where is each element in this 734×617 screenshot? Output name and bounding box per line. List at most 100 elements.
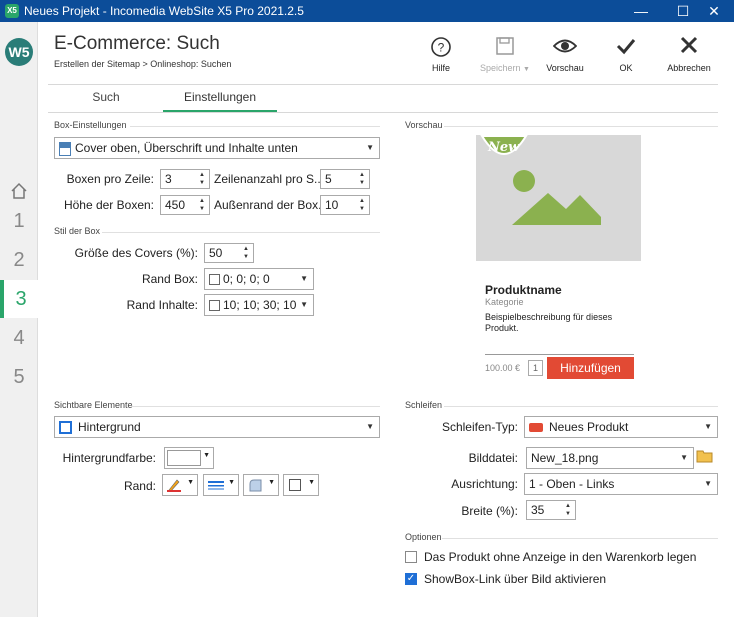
stepper-arrows-icon[interactable]: ▲ ▼ xyxy=(241,245,251,261)
cancel-button[interactable]: Abbrechen xyxy=(661,36,717,78)
visible-element-select[interactable]: Hintergrund ▼ xyxy=(54,416,380,438)
boxes-per-row-label: Boxen pro Zeile: xyxy=(66,172,154,186)
bg-color-picker[interactable]: ▼ xyxy=(164,447,214,469)
chevron-down-icon: ▼ xyxy=(228,479,235,486)
x-icon xyxy=(661,36,717,60)
box-height-stepper[interactable]: 450 ▲ ▼ xyxy=(160,195,210,215)
box-margin-label: Außenrand der Box... xyxy=(214,198,329,212)
save-button[interactable]: Speichern ▼ xyxy=(475,36,535,78)
section-line xyxy=(442,538,718,539)
content-border-select[interactable]: 10; 10; 30; 10 ▼ xyxy=(204,294,314,316)
product-price: 100.00 € xyxy=(485,363,521,373)
stepper-arrows-icon[interactable]: ▲ ▼ xyxy=(197,197,207,213)
ok-button[interactable]: OK xyxy=(598,36,654,78)
section-preview: Vorschau xyxy=(405,120,443,130)
save-dropdown-chevron-icon: ▼ xyxy=(523,66,530,73)
ribbon-type-label: Schleifen-Typ: xyxy=(441,420,518,434)
image-file-select[interactable]: New_18.png ▼ xyxy=(526,447,694,469)
color-swatch xyxy=(167,450,201,466)
cover-size-stepper[interactable]: 50 ▲ ▼ xyxy=(204,243,254,263)
checkmark-icon xyxy=(598,36,654,60)
step-2[interactable]: 2 xyxy=(0,241,38,279)
add-to-cart-preview-button: Hinzufügen xyxy=(547,357,634,379)
rows-per-page-stepper[interactable]: 5 ▲ ▼ xyxy=(320,169,370,189)
stepper-arrows-icon[interactable]: ▲ ▼ xyxy=(563,502,573,518)
alignment-select[interactable]: 1 - Oben - Links ▼ xyxy=(524,473,718,495)
border-color-button[interactable]: ▼ xyxy=(162,474,198,496)
width-stepper[interactable]: 35 ▲ ▼ xyxy=(526,500,576,520)
step-5[interactable]: 5 xyxy=(0,358,38,396)
add-to-cart-checkbox[interactable] xyxy=(405,551,417,563)
eye-icon xyxy=(537,36,593,60)
border-style-button[interactable]: ▼ xyxy=(203,474,239,496)
corner-radius-button[interactable]: ▼ xyxy=(243,474,279,496)
tabs-divider xyxy=(48,112,718,113)
tab-such[interactable]: Such xyxy=(60,88,152,112)
grid-icon xyxy=(209,274,220,286)
close-window-button[interactable]: ✕ xyxy=(694,0,734,22)
box-margin-stepper[interactable]: 10 ▲ ▼ xyxy=(320,195,370,215)
help-button[interactable]: ? Hilfe xyxy=(413,36,469,78)
window-title: Neues Projekt - Incomedia WebSite X5 Pro… xyxy=(24,4,304,18)
chevron-down-icon: ▼ xyxy=(680,453,688,462)
chevron-down-icon: ▼ xyxy=(366,143,374,152)
add-to-cart-option-label: Das Produkt ohne Anzeige in den Warenkor… xyxy=(424,550,697,564)
section-line xyxy=(132,406,380,407)
stepper-arrows-icon[interactable]: ▲ ▼ xyxy=(357,171,367,187)
chevron-down-icon: ▼ xyxy=(704,479,712,488)
section-box-style: Stil der Box xyxy=(54,226,101,236)
chevron-down-icon: ▼ xyxy=(308,479,315,486)
box-height-label: Höhe der Boxen: xyxy=(63,198,154,212)
step-1[interactable]: 1 xyxy=(0,202,38,240)
rows-per-page-label: Zeilenanzahl pro S... xyxy=(214,172,325,186)
image-file-label: Bilddatei: xyxy=(468,451,518,465)
product-name: Produktname xyxy=(485,283,562,297)
showbox-option-label: ShowBox-Link über Bild aktivieren xyxy=(424,572,607,586)
cover-size-label: Größe des Covers (%): xyxy=(74,246,198,260)
box-border-select[interactable]: 0; 0; 0; 0 ▼ xyxy=(204,268,314,290)
tab-einstellungen[interactable]: Einstellungen xyxy=(163,88,277,112)
title-bar: X5 Neues Projekt - Incomedia WebSite X5 … xyxy=(0,0,734,22)
stepper-arrows-icon[interactable]: ▲ ▼ xyxy=(197,171,207,187)
step-4[interactable]: 4 xyxy=(0,319,38,357)
folder-icon[interactable] xyxy=(696,448,716,468)
chevron-down-icon: ▼ xyxy=(268,479,275,486)
step-3[interactable]: 3 xyxy=(0,280,38,318)
minimize-button[interactable]: — xyxy=(618,0,664,22)
line-style-icon xyxy=(208,481,224,490)
svg-text:?: ? xyxy=(438,41,445,55)
chevron-down-icon: ▼ xyxy=(704,422,712,431)
new-tag-icon xyxy=(529,423,543,433)
boxes-per-row-stepper[interactable]: 3 ▲ ▼ xyxy=(160,169,210,189)
breadcrumb: Erstellen der Sitemap > Onlineshop: Such… xyxy=(54,59,232,69)
stepper-arrows-icon[interactable]: ▲ ▼ xyxy=(357,197,367,213)
chevron-down-icon: ▼ xyxy=(300,274,308,283)
app-logo: W5 xyxy=(5,38,33,66)
box-border-label: Rand Box: xyxy=(141,272,198,286)
section-visible-elements: Sichtbare Elemente xyxy=(54,400,133,410)
product-category: Kategorie xyxy=(485,297,524,307)
save-icon xyxy=(475,36,535,60)
chevron-down-icon: ▼ xyxy=(187,479,194,486)
shadow-button[interactable]: ▼ xyxy=(283,474,319,496)
new-badge: New xyxy=(480,128,528,168)
content-border-label: Rand Inhalte: xyxy=(126,298,198,312)
pen-icon xyxy=(167,479,181,492)
section-line xyxy=(444,406,718,407)
section-options: Optionen xyxy=(405,532,442,542)
layout-icon xyxy=(59,141,71,156)
preview-button[interactable]: Vorschau xyxy=(537,36,593,78)
chevron-down-icon: ▼ xyxy=(300,300,308,309)
product-description: Beispielbeschreibung für dieses Produkt. xyxy=(485,312,613,333)
corner-icon xyxy=(249,479,262,492)
page-title: E-Commerce: Such xyxy=(54,33,220,54)
grid-icon xyxy=(209,300,220,312)
alignment-label: Ausrichtung: xyxy=(451,477,518,491)
app-icon: X5 xyxy=(5,4,19,18)
ribbon-type-select[interactable]: Neues Produkt ▼ xyxy=(524,416,718,438)
showbox-checkbox[interactable]: ✓ xyxy=(405,573,417,585)
quantity-field: 1 xyxy=(528,360,543,376)
product-divider xyxy=(485,354,634,355)
box-layout-select[interactable]: Cover oben, Überschrift und Inhalte unte… xyxy=(54,137,380,159)
width-label: Breite (%): xyxy=(461,504,518,518)
